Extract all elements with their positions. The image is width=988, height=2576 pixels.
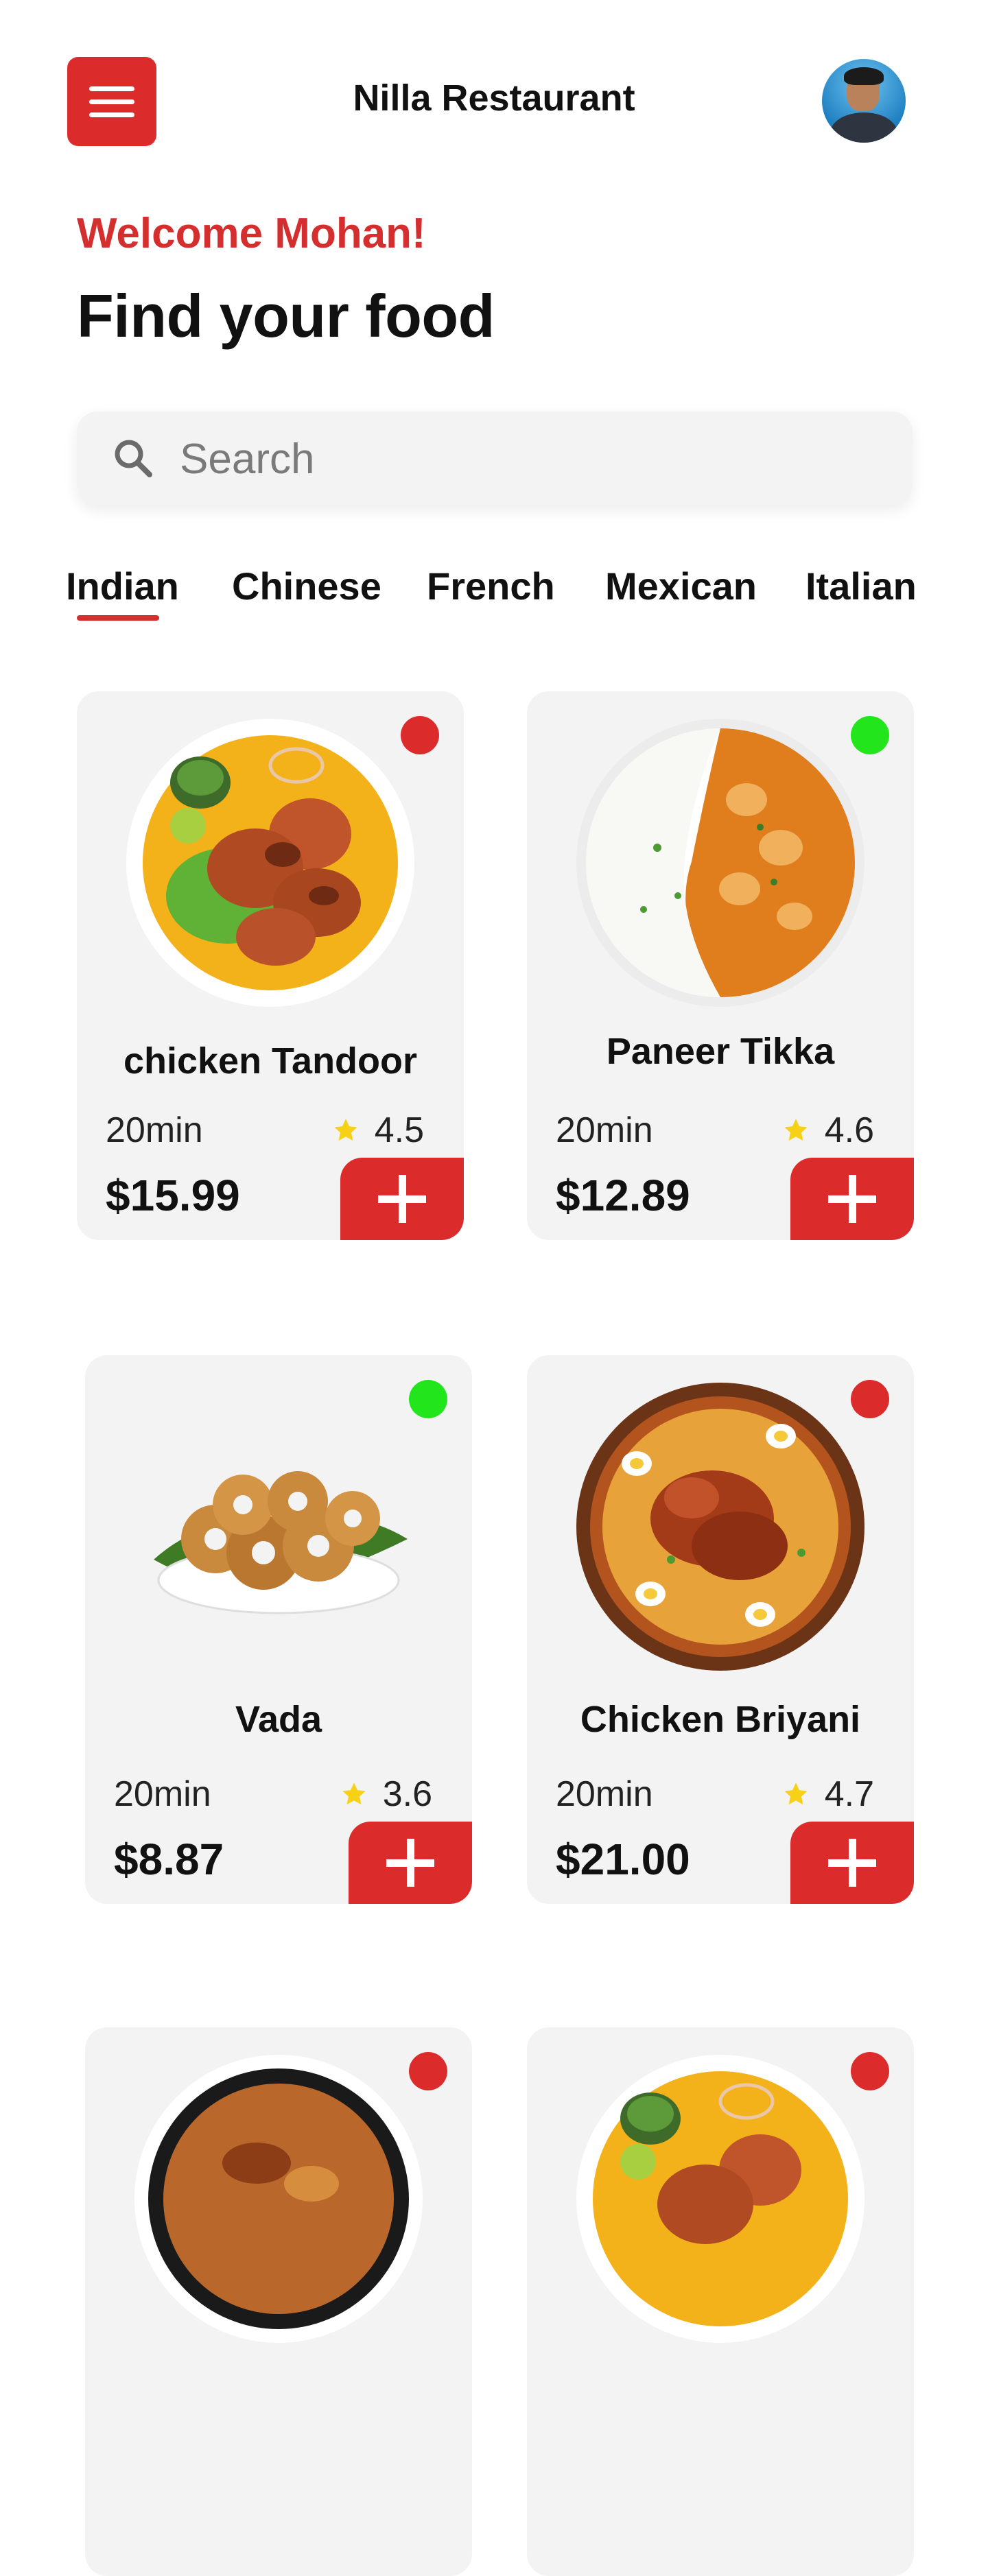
hamburger-menu-icon	[89, 86, 134, 91]
tab-chinese[interactable]: Chinese	[232, 564, 381, 608]
star-icon	[334, 1119, 357, 1141]
prep-time: 20min	[556, 1774, 653, 1814]
search-bar[interactable]	[77, 412, 913, 505]
food-card[interactable]: Vada 20min 3.6 $8.87	[85, 1355, 472, 1904]
food-image	[134, 2055, 423, 2343]
food-name: Paneer Tikka	[606, 1031, 835, 1072]
food-card[interactable]: chicken Tandoor 20min 4.5 $15.99	[77, 691, 464, 1240]
price: $12.89	[556, 1171, 690, 1220]
page-title: Find your food	[77, 282, 495, 350]
welcome-text: Welcome Mohan!	[77, 210, 426, 257]
add-to-cart-button[interactable]	[790, 1158, 914, 1240]
food-image	[576, 719, 864, 1007]
search-input[interactable]	[178, 431, 867, 487]
menu-button[interactable]	[67, 57, 156, 146]
star-icon	[784, 1782, 808, 1805]
food-image	[576, 1383, 864, 1671]
search-icon	[115, 440, 152, 477]
active-tab-indicator	[77, 615, 159, 621]
food-image	[576, 2055, 864, 2343]
food-card[interactable]: Chicken Briyani 20min 4.7 $21.00	[527, 1355, 914, 1904]
food-name: chicken Tandoor	[123, 1040, 418, 1082]
food-card[interactable]	[85, 2027, 472, 2576]
add-to-cart-button[interactable]	[340, 1158, 464, 1240]
add-to-cart-button[interactable]	[349, 1822, 472, 1904]
rating: 3.6	[340, 1774, 432, 1815]
star-icon	[342, 1782, 366, 1805]
prep-time: 20min	[114, 1774, 211, 1814]
food-card[interactable]: Paneer Tikka 20min 4.6 $12.89	[527, 691, 914, 1240]
avatar[interactable]	[822, 59, 906, 143]
price: $15.99	[106, 1171, 240, 1220]
add-to-cart-button[interactable]	[790, 1822, 914, 1904]
tab-french[interactable]: French	[427, 564, 555, 608]
food-name: Vada	[235, 1699, 322, 1740]
tab-italian[interactable]: Italian	[805, 564, 917, 608]
price: $21.00	[556, 1835, 690, 1884]
rating: 4.7	[782, 1774, 874, 1815]
food-image	[154, 1471, 408, 1614]
price: $8.87	[114, 1835, 224, 1884]
rating-value: 4.6	[824, 1110, 874, 1150]
rating-value: 4.7	[824, 1774, 874, 1814]
prep-time: 20min	[106, 1110, 203, 1150]
rating: 4.6	[782, 1110, 874, 1151]
star-icon	[784, 1119, 808, 1141]
rating-value: 4.5	[374, 1110, 424, 1150]
rating: 4.5	[332, 1110, 424, 1151]
tab-mexican[interactable]: Mexican	[605, 564, 757, 608]
food-image	[126, 719, 414, 1007]
rating-value: 3.6	[382, 1774, 432, 1814]
food-name: Chicken Briyani	[580, 1699, 861, 1740]
prep-time: 20min	[556, 1110, 653, 1150]
tab-indian[interactable]: Indian	[66, 564, 179, 608]
app-title: Nilla Restaurant	[353, 77, 635, 119]
food-card[interactable]	[527, 2027, 914, 2576]
